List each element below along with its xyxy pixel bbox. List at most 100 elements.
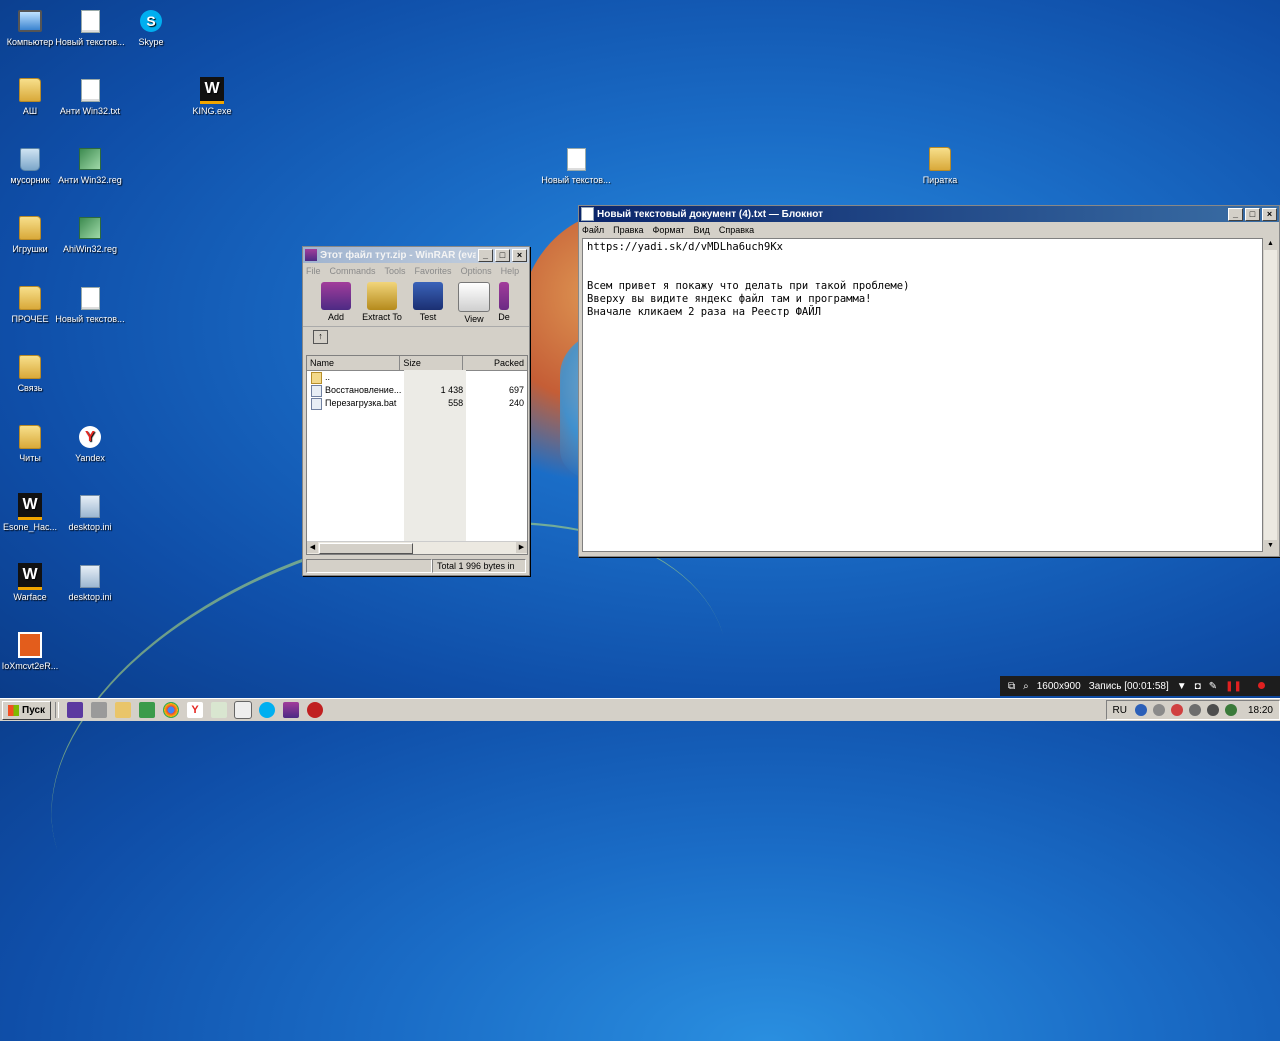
antivirus-icon[interactable] [1170, 704, 1183, 716]
quicklaunch-media-icon[interactable] [91, 702, 108, 718]
recorder-app-icon[interactable] [307, 702, 324, 718]
system-tray: RU 18:20 [1105, 700, 1280, 720]
minimize-button[interactable]: _ [1228, 207, 1243, 221]
settings-icon[interactable] [1152, 704, 1165, 716]
desktop-icon-ahiwin32-reg[interactable]: AhiWin32.reg [55, 215, 125, 254]
menu-format[interactable]: Формат [653, 225, 685, 235]
text-file-icon [566, 147, 586, 171]
file-list[interactable]: Name Size Packed .. Восстановление... 1 … [306, 355, 528, 555]
column-packed[interactable]: Packed [463, 356, 527, 370]
add-button[interactable]: Add [313, 280, 359, 322]
scroll-left-arrow-icon[interactable]: ◀ [307, 542, 318, 553]
menu-help[interactable]: Help [501, 266, 520, 276]
close-button[interactable]: × [512, 248, 527, 262]
desktop-icon-ioxmcvt[interactable]: IoXmcvt2eR... [0, 632, 65, 671]
desktop-icon-new-text-3[interactable]: Новый текстов... [55, 285, 125, 324]
add-archive-icon [321, 282, 351, 310]
minimize-button[interactable]: _ [478, 248, 493, 262]
menu-view[interactable]: Вид [694, 225, 710, 235]
close-button[interactable]: × [1262, 207, 1277, 221]
notepad-menubar: Файл Правка Формат Вид Справка [579, 222, 1279, 237]
notepad-text-area[interactable]: https://yadi.sk/d/vMDLha6uch9Kx Всем при… [582, 238, 1263, 552]
winrar-icon[interactable] [283, 702, 300, 718]
taskbar-notepad-icon[interactable] [234, 701, 253, 719]
scroll-right-arrow-icon[interactable]: ▶ [516, 542, 527, 553]
desktop-icon-anti-win32-txt[interactable]: Анти Win32.txt [55, 77, 125, 116]
table-row[interactable]: Перезагрузка.bat 558 240 [307, 397, 527, 410]
yandex-browser-icon[interactable]: Y [187, 702, 204, 718]
ini-file-icon [80, 564, 100, 588]
volume-icon[interactable] [1206, 704, 1219, 716]
quicklaunch-green-icon[interactable] [139, 702, 156, 718]
desktop-icon-new-text-2[interactable]: Новый текстов... [541, 146, 611, 185]
camera-icon[interactable]: ◘ [1195, 681, 1201, 692]
winrar-titlebar[interactable]: Этот файл тут.zip - WinRAR (eval... _ □ … [303, 247, 529, 263]
horizontal-scrollbar[interactable]: ◀ ▶ [307, 541, 527, 554]
calculator-icon[interactable] [211, 702, 228, 718]
pause-icon[interactable]: ❚❚ [1225, 681, 1242, 692]
warface-icon: W [18, 562, 42, 590]
clock[interactable]: 18:20 [1248, 705, 1273, 716]
text-file-icon [80, 286, 100, 310]
menu-file[interactable]: Файл [582, 225, 604, 235]
desktop-icon-anti-win32-reg[interactable]: Анти Win32.reg [55, 146, 125, 185]
tray-app-icon[interactable] [1224, 704, 1237, 716]
desktop-icon-desktop-ini-1[interactable]: desktop.ini [55, 493, 125, 532]
maximize-button[interactable]: □ [495, 248, 510, 262]
view-button[interactable]: View [451, 280, 497, 324]
table-row[interactable]: .. [307, 371, 527, 384]
scroll-up-arrow-icon[interactable]: ▲ [1264, 238, 1277, 250]
view-icon [458, 282, 490, 312]
menu-help[interactable]: Справка [719, 225, 754, 235]
desktop-icon-new-text-1[interactable]: Новый текстов... [55, 8, 125, 47]
language-indicator[interactable]: RU [1113, 705, 1127, 716]
extract-to-button[interactable]: Extract To [359, 280, 405, 322]
menu-tools[interactable]: Tools [385, 266, 406, 276]
notepad-window[interactable]: Новый текстовый документ (4).txt — Блокн… [578, 205, 1280, 557]
menu-edit[interactable]: Правка [613, 225, 643, 235]
recorder-resolution: 1600x900 [1036, 680, 1081, 692]
quicklaunch-folder-icon[interactable] [115, 702, 132, 718]
help-icon[interactable] [1134, 704, 1147, 716]
vertical-scrollbar[interactable]: ▲ ▼ [1264, 238, 1277, 552]
chrome-icon[interactable] [163, 702, 180, 718]
desktop-icon-desktop-ini-2[interactable]: desktop.ini [55, 563, 125, 602]
menu-favorites[interactable]: Favorites [415, 266, 452, 276]
desktop-icon-king-exe[interactable]: W KING.exe [177, 76, 247, 116]
column-size[interactable]: Size [400, 356, 463, 370]
test-button[interactable]: Test [405, 280, 451, 322]
taskbar: Пуск Y RU 18:20 [0, 698, 1280, 721]
scroll-thumb[interactable] [319, 543, 413, 554]
dropdown-icon[interactable]: ▼ [1177, 681, 1187, 692]
pencil-icon[interactable]: ✎ [1209, 681, 1217, 692]
desktop-icon-skype[interactable]: S Skype [116, 8, 186, 47]
maximize-button[interactable]: □ [1245, 207, 1260, 221]
registry-file-icon [79, 148, 101, 170]
up-folder-button[interactable]: ↑ [313, 330, 328, 344]
recorder-bar: ⧉ ⌕ 1600x900 Запись [00:01:58] ▼ ◘ ✎ ❚❚ [1000, 676, 1280, 696]
desktop-icon-yandex[interactable]: Y Yandex [55, 424, 125, 463]
skype-icon[interactable] [259, 702, 276, 718]
menu-commands[interactable]: Commands [330, 266, 376, 276]
winrar-icon [305, 249, 317, 261]
menu-file[interactable]: File [306, 266, 321, 276]
notepad-titlebar[interactable]: Новый текстовый документ (4).txt — Блокн… [579, 206, 1279, 222]
text-line: Вначале кликаем 2 раза на Реестр ФАЙЛ [587, 306, 821, 318]
menu-options[interactable]: Options [461, 266, 492, 276]
scroll-down-arrow-icon[interactable]: ▼ [1264, 540, 1277, 552]
recorder-status: Запись [00:01:58] [1088, 680, 1169, 692]
winrar-window[interactable]: Этот файл тут.zip - WinRAR (eval... _ □ … [302, 246, 530, 576]
network-icon[interactable] [1188, 704, 1201, 716]
column-name[interactable]: Name [307, 356, 401, 370]
start-button[interactable]: Пуск [2, 700, 52, 720]
folder-icon [19, 216, 41, 240]
delete-button[interactable]: De [497, 280, 511, 322]
notepad-title: Новый текстовый документ (4).txt — Блокн… [597, 208, 823, 220]
winrar-title: Этот файл тут.zip - WinRAR (eval... [320, 249, 476, 261]
table-row[interactable]: Восстановление... 1 438 697 [307, 384, 527, 397]
text-file-icon [80, 9, 100, 33]
desktop-icon-piratka[interactable]: Пиратка [905, 146, 975, 185]
quicklaunch-app-icon[interactable] [67, 702, 84, 718]
desktop-icon-connection[interactable]: Связь [0, 354, 65, 393]
stop-icon[interactable] [1250, 681, 1265, 692]
